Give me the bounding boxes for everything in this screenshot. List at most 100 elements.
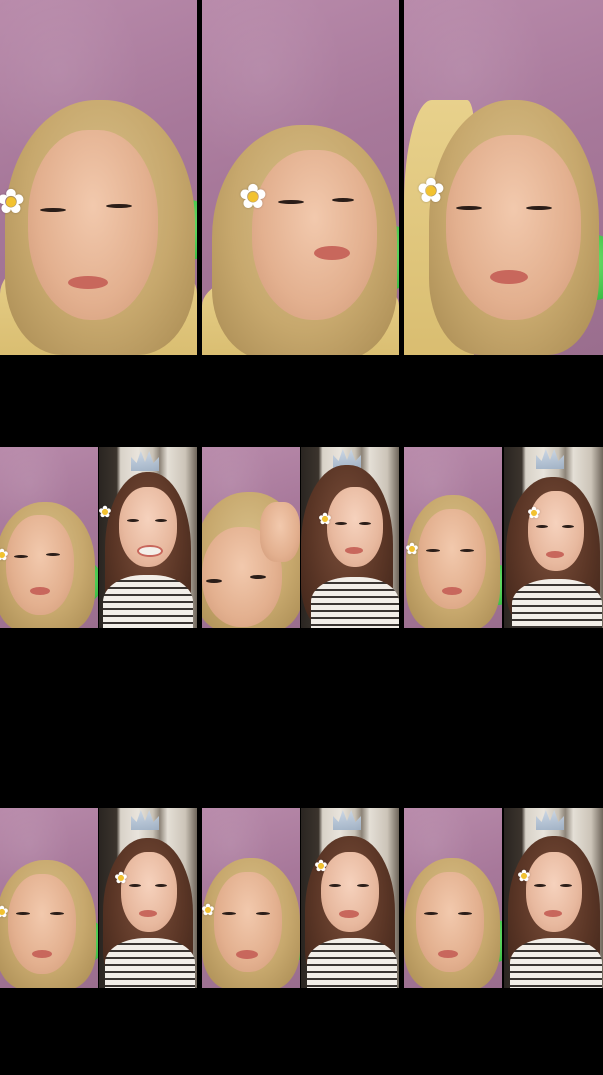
lips: [68, 276, 108, 289]
eye: [40, 208, 66, 212]
face: [446, 135, 581, 320]
flower-icon: ✿: [99, 502, 112, 521]
lips: [236, 950, 258, 959]
eye: [206, 579, 222, 583]
shirt: [307, 938, 397, 988]
eye: [562, 525, 574, 528]
flower-icon: ✿: [0, 547, 10, 563]
lips: [32, 950, 52, 958]
crown-decoration: [536, 810, 564, 830]
crown-decoration: [536, 449, 564, 469]
video-frame: ✿: [404, 0, 603, 355]
duet-video-thumbnail[interactable]: ✿ ✿: [0, 808, 197, 988]
face: [252, 150, 377, 320]
eye: [250, 575, 266, 579]
eye: [458, 912, 472, 915]
duet-left-frame: [202, 447, 300, 628]
face: [321, 852, 379, 932]
eye: [357, 884, 369, 887]
face: [121, 852, 177, 932]
duet-video-thumbnail[interactable]: ✿ ✿: [404, 447, 603, 628]
face: [327, 487, 383, 567]
flower-icon: ✿: [414, 174, 448, 208]
video-grid-page: { "screen": { "description_text": "", "b…: [0, 0, 603, 1075]
shirt: [103, 575, 193, 628]
lips: [30, 587, 50, 595]
video-frame: ✿: [202, 0, 399, 355]
video-thumbnail[interactable]: ✿: [0, 0, 197, 355]
hand: [260, 502, 300, 562]
duet-right-frame: ✿: [504, 447, 603, 628]
eye: [335, 522, 347, 525]
face: [526, 852, 582, 932]
shirt: [311, 577, 399, 628]
eye: [222, 912, 236, 915]
eye: [456, 206, 482, 210]
shirt: [512, 579, 602, 628]
eye: [16, 912, 30, 915]
flower-icon: ✿: [318, 509, 332, 528]
video-thumbnail[interactable]: ✿: [202, 0, 399, 355]
face: [28, 130, 158, 320]
eye: [526, 206, 552, 210]
flower-icon: ✿: [0, 904, 10, 920]
eye: [332, 198, 354, 202]
lips: [438, 950, 458, 958]
duet-video-thumbnail[interactable]: ✿: [404, 808, 603, 988]
duet-left-frame: ✿: [404, 447, 502, 628]
lips: [442, 587, 462, 595]
eye: [329, 884, 341, 887]
duet-left-frame: ✿: [0, 447, 98, 628]
shirt: [105, 938, 195, 988]
lips: [339, 910, 359, 918]
eye: [424, 912, 438, 915]
flower-icon: ✿: [527, 503, 541, 522]
eye: [278, 200, 304, 204]
shirt: [510, 938, 602, 988]
duet-right-frame: ✿: [301, 808, 399, 988]
duet-right-frame: ✿: [301, 447, 399, 628]
crown-decoration: [333, 810, 361, 830]
lips: [345, 547, 363, 554]
duet-right-frame: ✿: [504, 808, 603, 988]
eye: [14, 555, 28, 558]
video-frame: ✿: [0, 0, 197, 355]
eye: [129, 884, 141, 887]
eye: [460, 549, 474, 552]
eye: [426, 549, 440, 552]
flower-icon: ✿: [405, 539, 419, 558]
eye: [106, 204, 132, 208]
flower-icon: ✿: [202, 900, 215, 919]
duet-video-thumbnail[interactable]: ✿ ✿: [202, 808, 399, 988]
lips: [544, 910, 562, 917]
lips: [137, 545, 163, 557]
flower-icon: ✿: [114, 868, 128, 887]
eye: [560, 884, 572, 887]
lips: [546, 551, 564, 558]
crown-decoration: [131, 451, 159, 471]
eye: [155, 884, 167, 887]
eye: [155, 519, 167, 522]
eye: [50, 912, 64, 915]
duet-left-frame: [404, 808, 502, 988]
eye: [46, 553, 60, 556]
lips: [490, 270, 528, 284]
duet-video-thumbnail[interactable]: ✿ ✿: [0, 447, 197, 628]
eye: [256, 912, 270, 915]
lips: [139, 910, 157, 917]
flower-icon: ✿: [517, 866, 531, 885]
flower-icon: ✿: [236, 180, 270, 214]
duet-left-frame: ✿: [0, 808, 98, 988]
duet-right-frame: ✿: [99, 808, 197, 988]
eye: [534, 884, 546, 887]
duet-right-frame: ✿: [99, 447, 197, 628]
face: [8, 874, 76, 974]
video-thumbnail[interactable]: ✿: [404, 0, 603, 355]
duet-video-thumbnail[interactable]: ✿: [202, 447, 399, 628]
lips: [314, 246, 350, 260]
duet-left-frame: ✿: [202, 808, 300, 988]
face: [6, 515, 74, 615]
eye: [536, 525, 548, 528]
eye: [127, 519, 139, 522]
flower-icon: ✿: [0, 185, 28, 219]
